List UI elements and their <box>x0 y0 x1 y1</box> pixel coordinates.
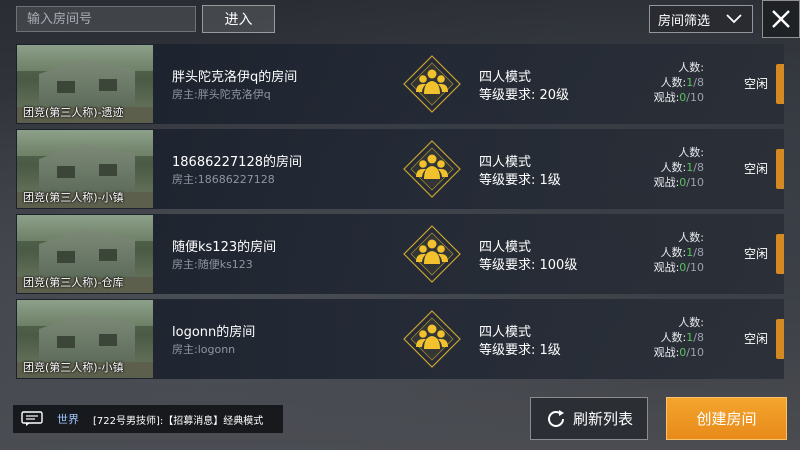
spectator-count: 观战:0/10 <box>653 346 704 359</box>
map-thumbnail: 团竞(第三人称)-仓库 <box>17 215 153 293</box>
refresh-list-button[interactable]: 刷新列表 <box>530 397 648 440</box>
room-host: 房主:18686227128 <box>172 173 275 186</box>
chat-channel: 世界 <box>57 413 79 426</box>
player-count: 人数:1/8 <box>660 331 704 344</box>
row-edge-tab <box>776 64 784 104</box>
spectator-count: 观战:0/10 <box>653 91 704 104</box>
room-name: logonn的房间 <box>172 325 256 340</box>
room-list: 团竞(第三人称)-遗迹 胖头陀克洛伊q的房间 房主:胖头陀克洛伊q 四人模式 等… <box>16 44 784 384</box>
room-stats: 人数: 人数:1/8 观战:0/10 <box>624 230 704 275</box>
level-requirement: 等级要求: 100级 <box>479 258 578 273</box>
players-label: 人数: <box>678 61 704 74</box>
map-thumbnail: 团竞(第三人称)-小镇 <box>17 130 153 208</box>
room-status: 空闲 <box>744 247 769 261</box>
room-host: 房主:胖头陀克洛伊q <box>172 88 271 101</box>
game-mode: 四人模式 <box>479 240 532 255</box>
squad-mode-icon <box>403 310 461 368</box>
refresh-label: 刷新列表 <box>572 410 633 428</box>
room-host: 房主:logonn <box>172 343 236 356</box>
players-label: 人数: <box>678 231 704 244</box>
squad-mode-icon <box>403 225 461 283</box>
room-stats: 人数: 人数:1/8 观战:0/10 <box>624 60 704 105</box>
room-row[interactable]: 团竞(第三人称)-遗迹 胖头陀克洛伊q的房间 房主:胖头陀克洛伊q 四人模式 等… <box>16 44 784 124</box>
game-mode: 四人模式 <box>479 155 532 170</box>
room-filter-dropdown[interactable]: 房间筛选 <box>649 5 753 33</box>
map-mode-label: 团竞(第三人称)-小镇 <box>23 191 124 204</box>
map-thumbnail: 团竞(第三人称)-小镇 <box>17 300 153 378</box>
room-row[interactable]: 团竞(第三人称)-仓库 随便ks123的房间 房主:随便ks123 四人模式 等… <box>16 214 784 294</box>
player-count: 人数:1/8 <box>660 76 704 89</box>
chat-bubble-icon <box>21 411 43 426</box>
room-status: 空闲 <box>744 77 769 91</box>
map-mode-label: 团竞(第三人称)-遗迹 <box>23 106 124 119</box>
room-name: 随便ks123的房间 <box>172 240 277 255</box>
row-edge-tab <box>776 319 784 359</box>
world-chat-bar[interactable]: 世界 [722号男技师]:【招募消息】经典模式 <box>13 405 283 433</box>
row-edge-tab <box>776 149 784 189</box>
game-mode: 四人模式 <box>479 70 532 85</box>
players-label: 人数: <box>678 146 704 159</box>
room-host: 房主:随便ks123 <box>172 258 253 271</box>
top-bar: 进入 房间筛选 <box>0 0 800 38</box>
level-requirement: 等级要求: 20级 <box>479 88 570 103</box>
map-mode-label: 团竞(第三人称)-小镇 <box>23 361 124 374</box>
squad-mode-icon <box>403 140 461 198</box>
chat-message: [722号男技师]:【招募消息】经典模式 <box>93 415 264 427</box>
spectator-count: 观战:0/10 <box>653 176 704 189</box>
close-icon <box>772 10 790 28</box>
level-requirement: 等级要求: 1级 <box>479 343 561 358</box>
players-label: 人数: <box>678 316 704 329</box>
game-mode: 四人模式 <box>479 325 532 340</box>
room-row[interactable]: 团竞(第三人称)-小镇 logonn的房间 房主:logonn 四人模式 等级要… <box>16 299 784 379</box>
close-button[interactable] <box>762 0 800 38</box>
player-count: 人数:1/8 <box>660 246 704 259</box>
chevron-down-icon <box>726 14 742 24</box>
room-status: 空闲 <box>744 162 769 176</box>
room-number-input[interactable] <box>16 6 196 32</box>
map-thumbnail: 团竞(第三人称)-遗迹 <box>17 45 153 123</box>
refresh-icon <box>548 409 564 427</box>
squad-mode-icon <box>403 55 461 113</box>
player-count: 人数:1/8 <box>660 161 704 174</box>
room-filter-label: 房间筛选 <box>658 13 711 29</box>
room-stats: 人数: 人数:1/8 观战:0/10 <box>624 145 704 190</box>
room-status: 空闲 <box>744 332 769 346</box>
row-edge-tab <box>776 234 784 274</box>
room-row[interactable]: 团竞(第三人称)-小镇 18686227128的房间 房主:1868622712… <box>16 129 784 209</box>
room-name: 18686227128的房间 <box>172 155 302 170</box>
room-stats: 人数: 人数:1/8 观战:0/10 <box>624 315 704 360</box>
level-requirement: 等级要求: 1级 <box>479 173 561 188</box>
create-room-button[interactable]: 创建房间 <box>666 397 787 440</box>
spectator-count: 观战:0/10 <box>653 261 704 274</box>
room-name: 胖头陀克洛伊q的房间 <box>172 70 298 85</box>
enter-button[interactable]: 进入 <box>202 5 275 33</box>
map-mode-label: 团竞(第三人称)-仓库 <box>23 276 124 289</box>
